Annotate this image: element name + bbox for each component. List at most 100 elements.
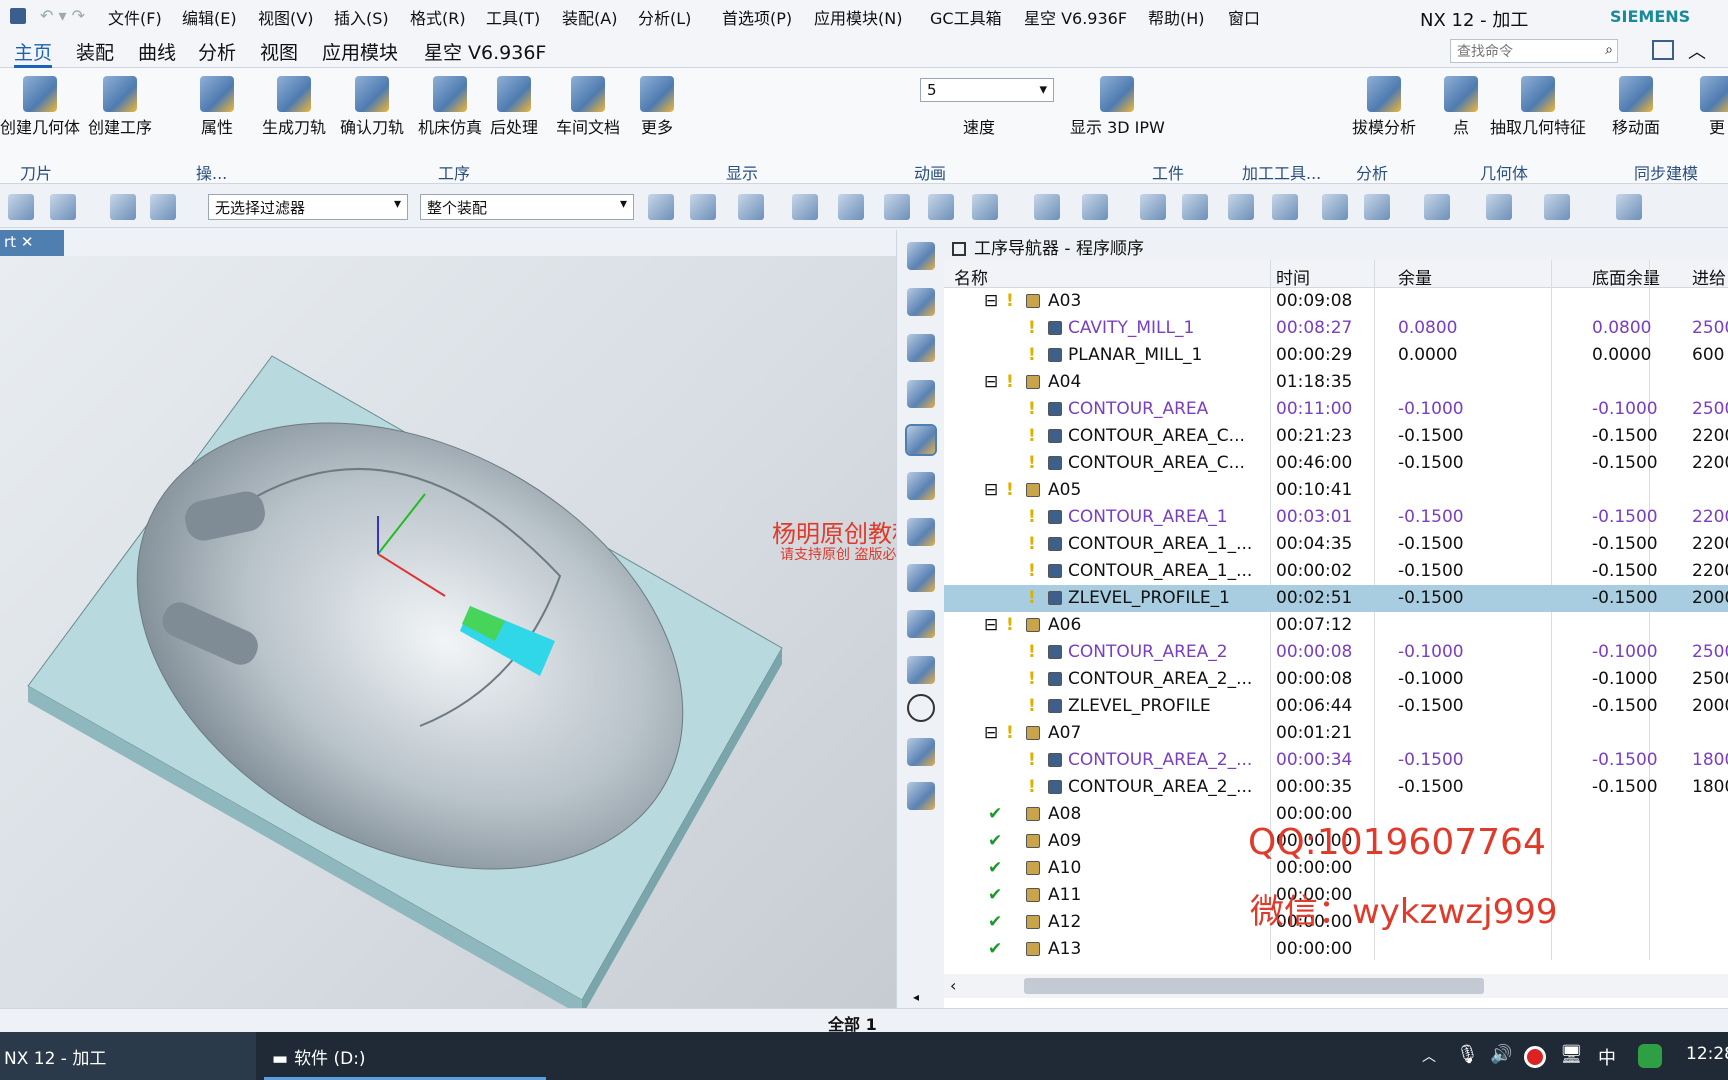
fullscreen-icon[interactable] xyxy=(1652,40,1674,60)
ribbon-tab[interactable]: 视图 xyxy=(260,38,298,65)
ribbon-tab[interactable]: 星空 V6.936F xyxy=(424,38,546,65)
menu-item[interactable]: GC工具箱 xyxy=(930,5,1002,29)
operation-navigator-icon[interactable] xyxy=(905,424,937,456)
zoom-icon[interactable] xyxy=(1140,194,1166,220)
operation-row[interactable]: ! CONTOUR_AREA_2 00:00:08 -0.1000 -0.1000 250… xyxy=(944,639,1728,666)
speed-dropdown[interactable]: 5 ▾ xyxy=(920,78,1054,102)
microphone-icon[interactable]: 🎙 xyxy=(1456,1044,1479,1065)
menu-item[interactable]: 格式(R) xyxy=(410,5,466,29)
menu-item[interactable]: 首选项(P) xyxy=(722,5,792,29)
taskbar-app-explorer[interactable]: ▬ 软件 (D:) xyxy=(264,1032,546,1080)
scroll-left-icon[interactable]: ‹ xyxy=(950,976,956,995)
hexagon-icon[interactable] xyxy=(884,194,910,220)
layer-icon[interactable] xyxy=(1322,194,1348,220)
section-icon[interactable] xyxy=(1272,194,1298,220)
collapse-toggle-icon[interactable]: ⊟ xyxy=(984,615,998,635)
ribbon-group-label[interactable]: 工序 xyxy=(438,160,470,184)
type-filter-dropdown[interactable]: 无选择过滤器 xyxy=(208,194,408,220)
operation-row[interactable]: ! CAVITY_MILL_1 00:08:27 0.0800 0.0800 2500 xyxy=(944,315,1728,342)
operation-row[interactable]: ! ZLEVEL_PROFILE_1 00:02:51 -0.1500 -0.1500 2… xyxy=(944,585,1728,612)
select-icon[interactable] xyxy=(110,194,136,220)
point-snap-icon[interactable] xyxy=(738,194,764,220)
pan-icon[interactable] xyxy=(1182,194,1208,220)
wireframe-icon[interactable] xyxy=(1034,194,1060,220)
collapse-ribbon-icon[interactable]: ︿ xyxy=(1688,38,1706,64)
volume-icon[interactable]: 🔊 xyxy=(1490,1044,1512,1065)
tray-expand-icon[interactable]: ︿ xyxy=(1422,1046,1436,1066)
operation-row[interactable]: ! CONTOUR_AREA_2_... 00:00:35 -0.1500 -0.150… xyxy=(944,774,1728,801)
select-icon[interactable] xyxy=(150,194,176,220)
display-icon[interactable] xyxy=(1544,194,1570,220)
menu-item[interactable]: 星空 V6.936F xyxy=(1024,5,1127,29)
taskbar-app-nx[interactable]: NX 12 - 加工 xyxy=(0,1032,256,1080)
ribbon-button[interactable]: 抽取几何特征 xyxy=(1490,76,1586,138)
tool-icon[interactable] xyxy=(907,334,935,362)
column-header-cell[interactable]: 时间 xyxy=(1276,264,1310,289)
operation-row[interactable]: ! CONTOUR_AREA_2_... 00:00:08 -0.1000 -0.100… xyxy=(944,666,1728,693)
circle-icon[interactable] xyxy=(907,694,935,722)
ribbon-tab[interactable]: 主页 xyxy=(14,38,53,68)
ribbon-button[interactable]: 拔模分析 xyxy=(1352,76,1416,138)
ribbon-group-label[interactable]: 几何体 xyxy=(1480,160,1528,184)
network-icon[interactable]: 🖥 xyxy=(1560,1044,1583,1065)
ribbon-button[interactable]: 属性 xyxy=(200,76,234,138)
ribbon-group-label[interactable]: 动画 xyxy=(914,160,946,184)
viewport-tab[interactable]: rt ✕ xyxy=(0,230,64,256)
ribbon-tab[interactable]: 曲线 xyxy=(138,38,176,65)
settings-icon[interactable] xyxy=(50,194,76,220)
menu-item[interactable]: 工具(T) xyxy=(486,5,540,29)
ribbon-tab[interactable]: 应用模块 xyxy=(322,38,398,65)
search-icon[interactable]: ⌕ xyxy=(1605,42,1613,58)
menu-item[interactable]: 文件(F) xyxy=(108,5,162,29)
ime-indicator[interactable]: 中 xyxy=(1598,1044,1616,1070)
program-icon[interactable] xyxy=(907,288,935,316)
ribbon-button[interactable]: 点 xyxy=(1444,76,1478,138)
geometry-icon[interactable] xyxy=(907,242,935,270)
render-icon[interactable] xyxy=(1486,194,1512,220)
verify-icon[interactable] xyxy=(907,782,935,810)
collapse-toggle-icon[interactable]: ⊟ xyxy=(984,723,998,743)
save-icon[interactable] xyxy=(10,8,26,24)
verify-icon[interactable] xyxy=(907,738,935,766)
ribbon-button[interactable]: 创建工序 xyxy=(88,76,152,138)
menu-item[interactable]: 插入(S) xyxy=(334,5,389,29)
method-icon[interactable] xyxy=(907,380,935,408)
assembly-icon[interactable] xyxy=(648,194,674,220)
collapse-toggle-icon[interactable]: ⊟ xyxy=(984,372,998,392)
close-icon[interactable]: ✕ xyxy=(21,233,34,251)
menu-item[interactable]: 装配(A) xyxy=(562,5,617,29)
operation-row[interactable]: ! CONTOUR_AREA_1 00:03:01 -0.1500 -0.1500 220… xyxy=(944,504,1728,531)
ribbon-button[interactable]: 确认刀轨 xyxy=(340,76,404,138)
menu-item[interactable]: 应用模块(N) xyxy=(814,5,902,29)
machine-icon[interactable] xyxy=(907,472,935,500)
operation-row[interactable]: ⊟! A03 00:09:08 xyxy=(944,288,1728,315)
operation-row[interactable]: ⊟! A04 01:18:35 xyxy=(944,369,1728,396)
scope-dropdown[interactable]: 整个装配 xyxy=(420,194,634,220)
search-input[interactable] xyxy=(1451,40,1591,62)
operation-row[interactable]: ⊟! A07 00:01:21 xyxy=(944,720,1728,747)
tool-icon[interactable] xyxy=(838,194,864,220)
ribbon-group-label[interactable]: 显示 xyxy=(726,160,758,184)
operation-row[interactable]: ! CONTOUR_AREA 00:11:00 -0.1000 -0.1000 2500 xyxy=(944,396,1728,423)
column-header-cell[interactable]: 进给 xyxy=(1692,264,1726,289)
operation-row[interactable]: ! CONTOUR_AREA_C... 00:46:00 -0.1500 -0.1500… xyxy=(944,450,1728,477)
document-icon[interactable] xyxy=(907,656,935,684)
operation-row[interactable]: ! CONTOUR_AREA_C... 00:21:23 -0.1500 -0.1500… xyxy=(944,423,1728,450)
fit-icon[interactable] xyxy=(1364,194,1390,220)
ribbon-button[interactable]: 生成刀轨 xyxy=(262,76,326,138)
ribbon-button[interactable]: 显示 3D IPW xyxy=(1070,76,1165,138)
record-icon[interactable] xyxy=(1524,1046,1546,1068)
ribbon-group-label[interactable]: 分析 xyxy=(1356,160,1388,184)
app-tray-icon[interactable] xyxy=(1638,1044,1662,1068)
operation-row[interactable]: ! PLANAR_MILL_1 00:00:29 0.0000 0.0000 600 xyxy=(944,342,1728,369)
undo-icon[interactable]: ↶ ▾ ↷ xyxy=(40,6,85,25)
operation-row[interactable]: ! CONTOUR_AREA_1_... 00:00:02 -0.1500 -0.150… xyxy=(944,558,1728,585)
operation-row[interactable]: ! CONTOUR_AREA_1_... 00:04:35 -0.1500 -0.150… xyxy=(944,531,1728,558)
orbit-icon[interactable] xyxy=(1228,194,1254,220)
menu-icon[interactable] xyxy=(8,194,34,220)
ribbon-group-label[interactable]: 操... xyxy=(196,160,227,184)
ribbon-button[interactable]: 更多 xyxy=(640,76,674,138)
column-header-cell[interactable]: 余量 xyxy=(1398,264,1432,289)
ribbon-group-label[interactable]: 刀片 xyxy=(20,160,52,184)
part-icon[interactable] xyxy=(907,518,935,546)
